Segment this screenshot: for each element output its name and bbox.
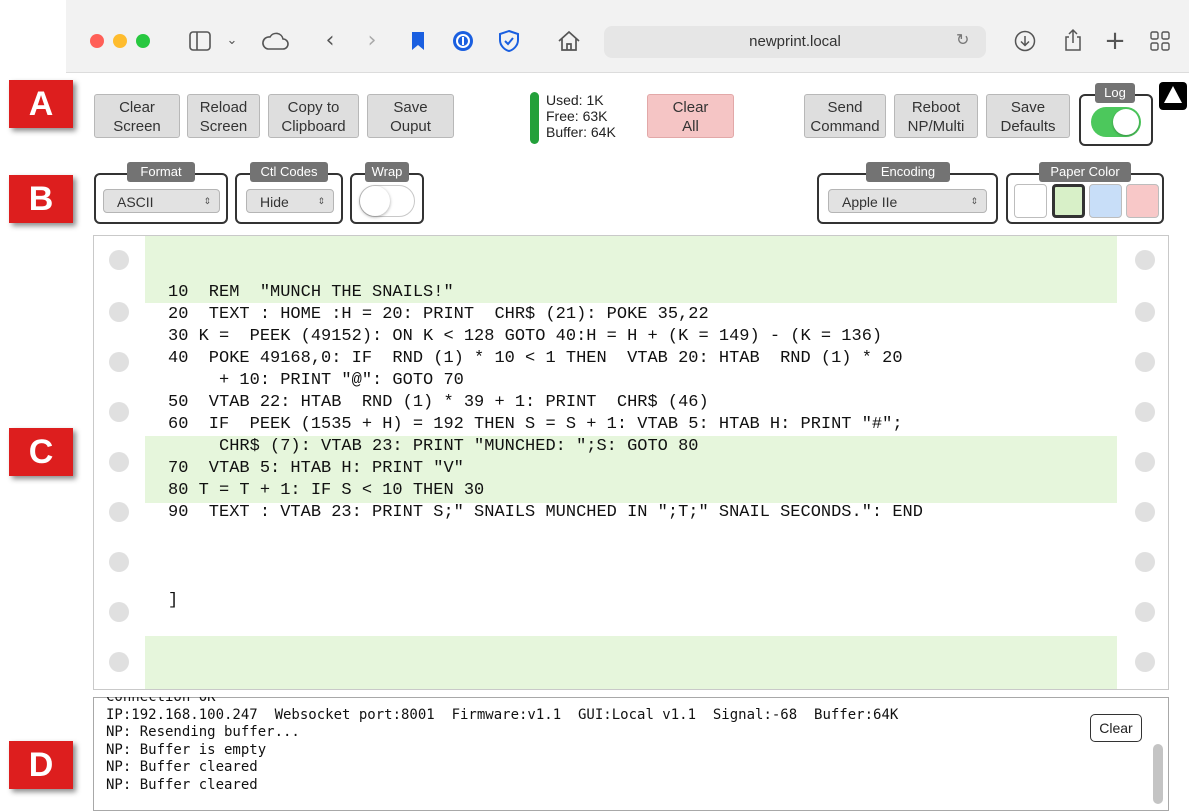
clear-screen-button[interactable]: Clear Screen — [94, 94, 180, 138]
minimize-window-button[interactable] — [113, 34, 127, 48]
shield-icon[interactable] — [496, 27, 522, 55]
log-toggle-knob — [1113, 109, 1139, 135]
tractor-hole-left — [109, 552, 129, 572]
zoom-window-button[interactable] — [136, 34, 150, 48]
reboot-button[interactable]: Reboot NP/Multi — [894, 94, 978, 138]
back-icon[interactable]: ‹ — [320, 27, 340, 55]
section-badge-c: C — [9, 428, 73, 476]
clear-console-button[interactable]: Clear — [1090, 714, 1142, 742]
paper-green-band — [145, 636, 1117, 689]
alert-triangle-shape — [1164, 86, 1182, 103]
ctl-codes-label: Ctl Codes — [250, 162, 328, 182]
memory-free: Free: 63K — [546, 108, 608, 124]
reload-icon[interactable]: ↻ — [956, 30, 969, 49]
save-defaults-button[interactable]: Save Defaults — [986, 94, 1070, 138]
url-text: newprint.local — [749, 33, 841, 50]
tractor-hole-left — [109, 452, 129, 472]
encoding-select[interactable]: Apple IIe ⇕ — [828, 189, 987, 213]
tractor-hole-right — [1135, 552, 1155, 572]
share-icon[interactable] — [1060, 27, 1086, 55]
reload-screen-button[interactable]: Reload Screen — [187, 94, 260, 138]
format-label: Format — [127, 162, 195, 182]
printout-text: 10 REM "MUNCH THE SNAILS!" 20 TEXT : HOM… — [168, 283, 923, 610]
tractor-hole-left — [109, 602, 129, 622]
clear-all-button[interactable]: Clear All — [647, 94, 734, 138]
home-icon[interactable] — [556, 27, 582, 55]
save-output-button[interactable]: Save Ouput — [367, 94, 454, 138]
select-arrows-icon: ⇕ — [970, 197, 978, 207]
format-select[interactable]: ASCII ⇕ — [103, 189, 220, 213]
tractor-hole-right — [1135, 652, 1155, 672]
cloud-icon[interactable] — [260, 27, 290, 55]
tractor-hole-left — [109, 502, 129, 522]
log-label: Log — [1095, 83, 1135, 103]
encoding-value: Apple IIe — [842, 194, 898, 210]
new-tab-icon[interactable]: + — [1104, 27, 1126, 55]
address-bar[interactable]: newprint.local ↻ — [604, 26, 986, 58]
download-icon[interactable] — [1012, 27, 1038, 55]
copy-to-clipboard-button[interactable]: Copy to Clipboard — [268, 94, 359, 138]
sidebar-icon[interactable] — [186, 27, 214, 55]
console-scrollbar[interactable] — [1153, 744, 1163, 804]
tractor-hole-right — [1135, 452, 1155, 472]
tractor-hole-right — [1135, 250, 1155, 270]
memory-gauge — [530, 92, 539, 144]
bookmark-icon[interactable] — [408, 27, 428, 55]
section-badge-a: A — [9, 80, 73, 128]
wrap-label: Wrap — [365, 162, 409, 182]
tractor-hole-right — [1135, 502, 1155, 522]
paper-color-white[interactable] — [1014, 184, 1047, 218]
paper-color-label: Paper Color — [1039, 162, 1131, 182]
tractor-hole-left — [109, 250, 129, 270]
tractor-hole-left — [109, 652, 129, 672]
section-badge-b: B — [9, 175, 73, 223]
console-log-text: Connection OK IP:192.168.100.247 Websock… — [106, 689, 899, 793]
close-window-button[interactable] — [90, 34, 104, 48]
memory-used: Used: 1K — [546, 92, 604, 108]
ctl-codes-select[interactable]: Hide ⇕ — [246, 189, 334, 213]
tractor-hole-left — [109, 352, 129, 372]
paper-color-blue[interactable] — [1089, 184, 1122, 218]
send-command-button[interactable]: Send Command — [804, 94, 886, 138]
section-badge-d: D — [9, 741, 73, 789]
password-manager-icon[interactable] — [451, 27, 475, 55]
paper-color-pink[interactable] — [1126, 184, 1159, 218]
memory-buffer: Buffer: 64K — [546, 124, 616, 140]
tractor-hole-left — [109, 402, 129, 422]
tractor-hole-right — [1135, 302, 1155, 322]
paper-color-green[interactable] — [1052, 184, 1085, 218]
tractor-hole-right — [1135, 602, 1155, 622]
format-value: ASCII — [117, 194, 154, 210]
tractor-hole-left — [109, 302, 129, 322]
forward-icon[interactable]: › — [362, 27, 382, 55]
wrap-toggle-knob — [360, 186, 390, 216]
tab-overview-icon[interactable] — [1148, 27, 1172, 55]
chevron-down-icon[interactable]: ⌄ — [224, 27, 240, 55]
tractor-hole-right — [1135, 402, 1155, 422]
memory-status: Used: 1K Free: 63K Buffer: 64K — [546, 92, 616, 140]
tractor-hole-right — [1135, 352, 1155, 372]
select-arrows-icon: ⇕ — [203, 197, 211, 207]
encoding-label: Encoding — [866, 162, 950, 182]
ctl-codes-value: Hide — [260, 194, 289, 210]
select-arrows-icon: ⇕ — [317, 197, 325, 207]
